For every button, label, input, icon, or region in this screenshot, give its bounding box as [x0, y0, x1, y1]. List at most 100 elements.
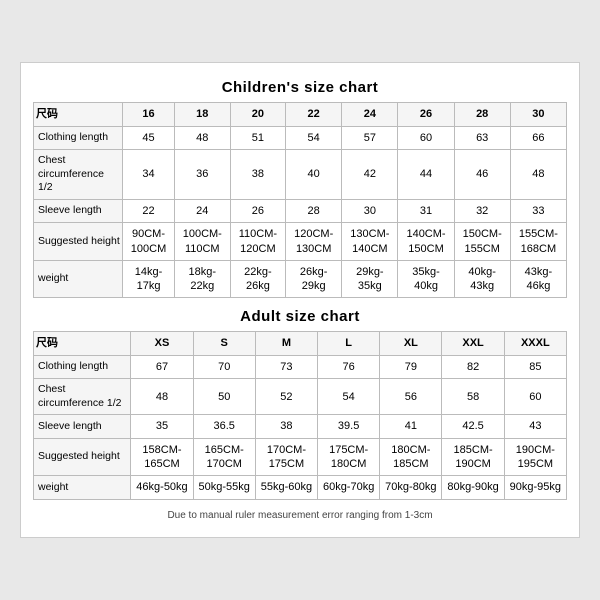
- cell-6: 46: [454, 150, 510, 200]
- cell-0: 45: [123, 126, 175, 149]
- cell-4: 42: [342, 150, 398, 200]
- table-row: Clothing length67707376798285: [34, 355, 567, 378]
- col-header-label: 尺码: [34, 103, 123, 126]
- cell-2: 73: [255, 355, 317, 378]
- cell-2: 38: [230, 150, 285, 200]
- cell-5: 80kg-90kg: [442, 476, 504, 499]
- cell-2: 52: [255, 379, 317, 415]
- table-row: weight46kg-50kg50kg-55kg55kg-60kg60kg-70…: [34, 476, 567, 499]
- col-header-30: 30: [510, 103, 566, 126]
- table-row: Chest circumference 1/248505254565860: [34, 379, 567, 415]
- col-header-XXXL: XXXL: [504, 332, 566, 355]
- cell-3: 54: [318, 379, 380, 415]
- cell-5: 140CM-150CM: [398, 223, 454, 261]
- cell-0: 90CM-100CM: [123, 223, 175, 261]
- adult-section-title: Adult size chart: [33, 308, 567, 325]
- cell-2: 110CM-120CM: [230, 223, 285, 261]
- col-header-26: 26: [398, 103, 454, 126]
- cell-3: 54: [286, 126, 342, 149]
- cell-7: 48: [510, 150, 566, 200]
- cell-3: 28: [286, 199, 342, 222]
- col-header-20: 20: [230, 103, 285, 126]
- cell-3: 175CM-180CM: [318, 438, 380, 476]
- table-row: Clothing length4548515457606366: [34, 126, 567, 149]
- cell-6: 190CM-195CM: [504, 438, 566, 476]
- cell-5: 44: [398, 150, 454, 200]
- table-row: Chest circumference 1/23436384042444648: [34, 150, 567, 200]
- row-label: Sleeve length: [34, 199, 123, 222]
- cell-1: 165CM-170CM: [193, 438, 255, 476]
- cell-6: 90kg-95kg: [504, 476, 566, 499]
- cell-4: 57: [342, 126, 398, 149]
- cell-4: 130CM-140CM: [342, 223, 398, 261]
- cell-2: 170CM-175CM: [255, 438, 317, 476]
- cell-5: 60: [398, 126, 454, 149]
- cell-1: 36.5: [193, 415, 255, 438]
- row-label: Chest circumference 1/2: [34, 379, 131, 415]
- cell-7: 33: [510, 199, 566, 222]
- col-header-M: M: [255, 332, 317, 355]
- cell-0: 158CM-165CM: [131, 438, 193, 476]
- cell-0: 14kg-17kg: [123, 260, 175, 298]
- cell-0: 34: [123, 150, 175, 200]
- cell-2: 38: [255, 415, 317, 438]
- col-header-22: 22: [286, 103, 342, 126]
- cell-3: 120CM-130CM: [286, 223, 342, 261]
- children-table: 尺码1618202224262830 Clothing length454851…: [33, 102, 567, 298]
- cell-5: 185CM-190CM: [442, 438, 504, 476]
- cell-6: 63: [454, 126, 510, 149]
- row-label: Clothing length: [34, 355, 131, 378]
- cell-0: 46kg-50kg: [131, 476, 193, 499]
- col-header-XXL: XXL: [442, 332, 504, 355]
- col-header-L: L: [318, 332, 380, 355]
- cell-1: 18kg-22kg: [174, 260, 230, 298]
- cell-2: 55kg-60kg: [255, 476, 317, 499]
- col-header-S: S: [193, 332, 255, 355]
- cell-6: 60: [504, 379, 566, 415]
- cell-5: 82: [442, 355, 504, 378]
- children-section-title: Children's size chart: [33, 79, 567, 96]
- row-label: weight: [34, 476, 131, 499]
- cell-5: 58: [442, 379, 504, 415]
- col-header-label: 尺码: [34, 332, 131, 355]
- cell-4: 29kg-35kg: [342, 260, 398, 298]
- row-label: Suggested height: [34, 223, 123, 261]
- cell-2: 26: [230, 199, 285, 222]
- cell-5: 31: [398, 199, 454, 222]
- row-label: Suggested height: [34, 438, 131, 476]
- col-header-28: 28: [454, 103, 510, 126]
- cell-4: 30: [342, 199, 398, 222]
- adult-table: 尺码XSSMLXLXXLXXXL Clothing length67707376…: [33, 331, 567, 499]
- cell-1: 48: [174, 126, 230, 149]
- row-label: Sleeve length: [34, 415, 131, 438]
- cell-0: 67: [131, 355, 193, 378]
- cell-0: 35: [131, 415, 193, 438]
- cell-3: 76: [318, 355, 380, 378]
- row-label: weight: [34, 260, 123, 298]
- row-label: Clothing length: [34, 126, 123, 149]
- row-label: Chest circumference 1/2: [34, 150, 123, 200]
- cell-6: 40kg-43kg: [454, 260, 510, 298]
- table-row: Sleeve length2224262830313233: [34, 199, 567, 222]
- cell-2: 51: [230, 126, 285, 149]
- cell-4: 41: [380, 415, 442, 438]
- table-row: Suggested height90CM-100CM100CM-110CM110…: [34, 223, 567, 261]
- cell-3: 60kg-70kg: [318, 476, 380, 499]
- cell-1: 50kg-55kg: [193, 476, 255, 499]
- col-header-16: 16: [123, 103, 175, 126]
- cell-1: 24: [174, 199, 230, 222]
- cell-4: 79: [380, 355, 442, 378]
- cell-5: 35kg-40kg: [398, 260, 454, 298]
- cell-6: 85: [504, 355, 566, 378]
- cell-7: 66: [510, 126, 566, 149]
- cell-2: 22kg-26kg: [230, 260, 285, 298]
- cell-0: 48: [131, 379, 193, 415]
- cell-1: 50: [193, 379, 255, 415]
- cell-7: 43kg-46kg: [510, 260, 566, 298]
- cell-4: 180CM-185CM: [380, 438, 442, 476]
- col-header-XL: XL: [380, 332, 442, 355]
- cell-7: 155CM-168CM: [510, 223, 566, 261]
- table-row: Sleeve length3536.53839.54142.543: [34, 415, 567, 438]
- col-header-18: 18: [174, 103, 230, 126]
- cell-3: 26kg-29kg: [286, 260, 342, 298]
